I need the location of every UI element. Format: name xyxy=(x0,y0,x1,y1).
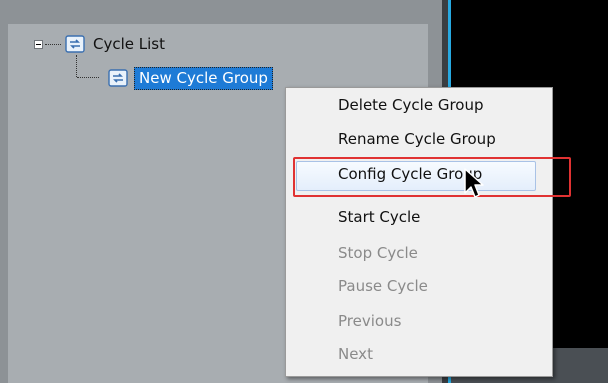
highlight-outline xyxy=(293,157,571,197)
context-menu: Delete Cycle Group Rename Cycle Group Co… xyxy=(285,87,553,377)
tree-connector-horizontal xyxy=(77,77,99,78)
menu-item-delete-cycle-group[interactable]: Delete Cycle Group xyxy=(338,96,483,114)
mouse-pointer-icon xyxy=(464,168,484,198)
menu-item-rename-cycle-group[interactable]: Rename Cycle Group xyxy=(338,130,496,148)
minus-expander-icon[interactable] xyxy=(34,39,43,49)
tree-node-label: Cycle List xyxy=(93,35,165,53)
menu-item-stop-cycle[interactable]: Stop Cycle xyxy=(338,244,418,262)
menu-item-previous[interactable]: Previous xyxy=(338,312,401,330)
tree-node-new-cycle-group[interactable]: New Cycle Group xyxy=(108,66,273,90)
menu-item-pause-cycle[interactable]: Pause Cycle xyxy=(338,277,428,295)
menu-item-next[interactable]: Next xyxy=(338,345,373,363)
tree-node-label-selected: New Cycle Group xyxy=(134,66,273,90)
cycle-list-icon xyxy=(65,35,85,53)
app-window: Cycle List New Cycle Group Delete Cycle … xyxy=(0,0,608,383)
tree-connector-vertical xyxy=(76,55,78,77)
tree-connector xyxy=(45,43,61,45)
cycle-group-icon xyxy=(108,69,128,87)
menu-item-start-cycle[interactable]: Start Cycle xyxy=(338,208,420,226)
tree-node-cycle-list[interactable]: Cycle List xyxy=(34,33,165,55)
